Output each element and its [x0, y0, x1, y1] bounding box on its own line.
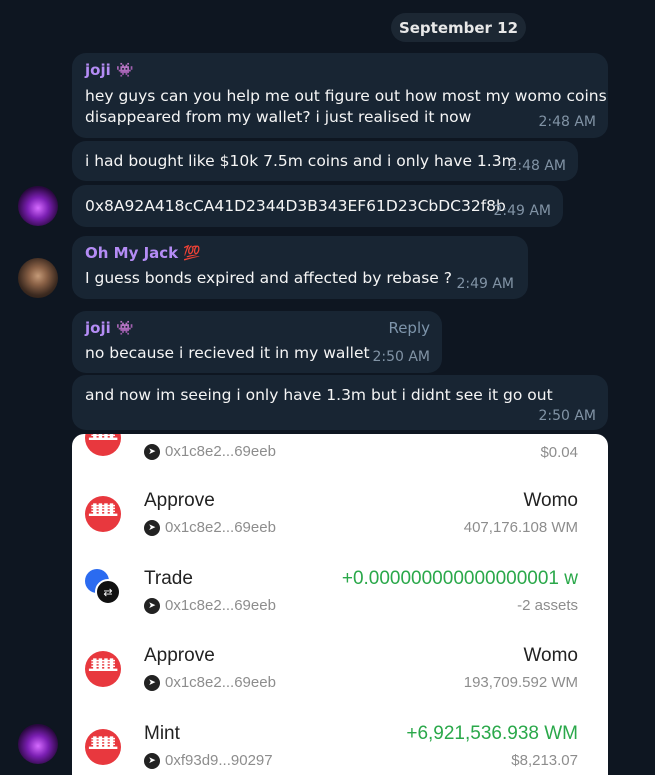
transaction-type: Mint [144, 723, 180, 744]
hundred-points-emoji: 💯 [183, 245, 201, 262]
message-bubble[interactable]: 0x8A92A418cCA41D2344D3B343EF61D23CbDC32f… [72, 185, 563, 227]
message-time: 2:50 AM [372, 349, 430, 365]
message-time: 2:49 AM [493, 203, 551, 219]
transaction-row: ᚙ Mint ➤ 0xf93d9...90297 +6,921,536.938 … [72, 719, 608, 775]
message-text: disappeared from my wallet? i just reali… [85, 108, 472, 126]
transaction-amount: 193,709.592 WM [463, 674, 578, 691]
womo-token-icon: ᚙ [85, 651, 121, 687]
message-time: 2:50 AM [538, 408, 596, 424]
message-text: 0x8A92A418cCA41D2344D3B343EF61D23CbDC32f… [85, 197, 506, 215]
transaction-row: ⇄ Trade ➤ 0x1c8e2...69eeb +0.00000000000… [72, 564, 608, 642]
transaction-address: ➤ 0x1c8e2...69eeb [144, 597, 276, 614]
transaction-row: ᚙ Approve ➤ 0x1c8e2...69eeb Womo 407,176… [72, 486, 608, 564]
transaction-value: $8,213.07 [511, 752, 578, 769]
user-avatar[interactable] [18, 258, 58, 298]
transaction-asset-count: -2 assets [517, 597, 578, 614]
message-time: 2:48 AM [508, 158, 566, 174]
message-bubble[interactable]: i had bought like $10k 7.5m coins and i … [72, 141, 578, 181]
transaction-row: ᚙ ➤ 0x1c8e2...69eeb $0.04 [72, 434, 608, 474]
send-arrow-icon: ➤ [144, 674, 160, 691]
message-time: 2:48 AM [538, 114, 596, 130]
transaction-row: ᚙ Approve ➤ 0x1c8e2...69eeb Womo 193,709… [72, 641, 608, 719]
message-text: and now im seeing i only have 1.3m but i… [85, 386, 553, 404]
transaction-address: ➤ 0x1c8e2...69eeb [144, 519, 276, 536]
transaction-asset: Womo [523, 645, 578, 666]
message-text: hey guys can you help me out figure out … [85, 87, 607, 105]
transaction-address: ➤ 0x1c8e2...69eeb [144, 674, 276, 691]
date-separator: September 12 [391, 13, 526, 42]
reply-link[interactable]: Reply [388, 319, 430, 337]
alien-monster-emoji: 👾 [115, 320, 134, 337]
send-arrow-icon: ➤ [144, 597, 160, 614]
transaction-amount-sub: $0.04 [540, 444, 578, 461]
message-text: I guess bonds expired and affected by re… [85, 269, 452, 287]
transaction-amount: +6,921,536.938 WM [406, 723, 578, 744]
transaction-amount: +0.000000000000000001 w [341, 568, 578, 589]
transaction-amount: 407,176.108 WM [463, 519, 578, 536]
message-bubble[interactable]: Oh My Jack 💯 I guess bonds expired and a… [72, 236, 528, 299]
message-text: i had bought like $10k 7.5m coins and i … [85, 152, 517, 170]
sender-name[interactable]: Oh My Jack 💯 [85, 244, 201, 262]
transaction-type: Approve [144, 490, 215, 511]
womo-token-icon: ᚙ [85, 434, 121, 456]
transaction-address: ➤ 0xf93d9...90297 [144, 752, 273, 769]
message-bubble[interactable]: joji 👾 hey guys can you help me out figu… [72, 53, 608, 138]
message-bubble[interactable]: and now im seeing i only have 1.3m but i… [72, 375, 608, 430]
womo-token-icon: ᚙ [85, 729, 121, 765]
transaction-type: Approve [144, 645, 215, 666]
user-avatar[interactable] [18, 724, 58, 764]
send-arrow-icon: ➤ [144, 752, 160, 769]
trade-icon: ⇄ [85, 569, 121, 605]
sender-name[interactable]: joji 👾 [85, 61, 133, 79]
sender-name[interactable]: joji 👾 [85, 319, 133, 337]
message-bubble[interactable]: joji 👾 Reply no because i recieved it in… [72, 311, 442, 373]
transaction-type: Trade [144, 568, 193, 589]
user-avatar[interactable] [18, 186, 58, 226]
message-time: 2:49 AM [456, 276, 514, 292]
transaction-asset: Womo [523, 490, 578, 511]
send-arrow-icon: ➤ [144, 443, 160, 460]
send-arrow-icon: ➤ [144, 519, 160, 536]
message-text: no because i recieved it in my wallet [85, 344, 370, 362]
alien-monster-emoji: 👾 [115, 62, 134, 79]
transaction-address: ➤ 0x1c8e2...69eeb [144, 443, 276, 460]
wallet-screenshot[interactable]: ᚙ ➤ 0x1c8e2...69eeb $0.04 ᚙ Approve ➤ 0x… [72, 434, 608, 775]
womo-token-icon: ᚙ [85, 496, 121, 532]
